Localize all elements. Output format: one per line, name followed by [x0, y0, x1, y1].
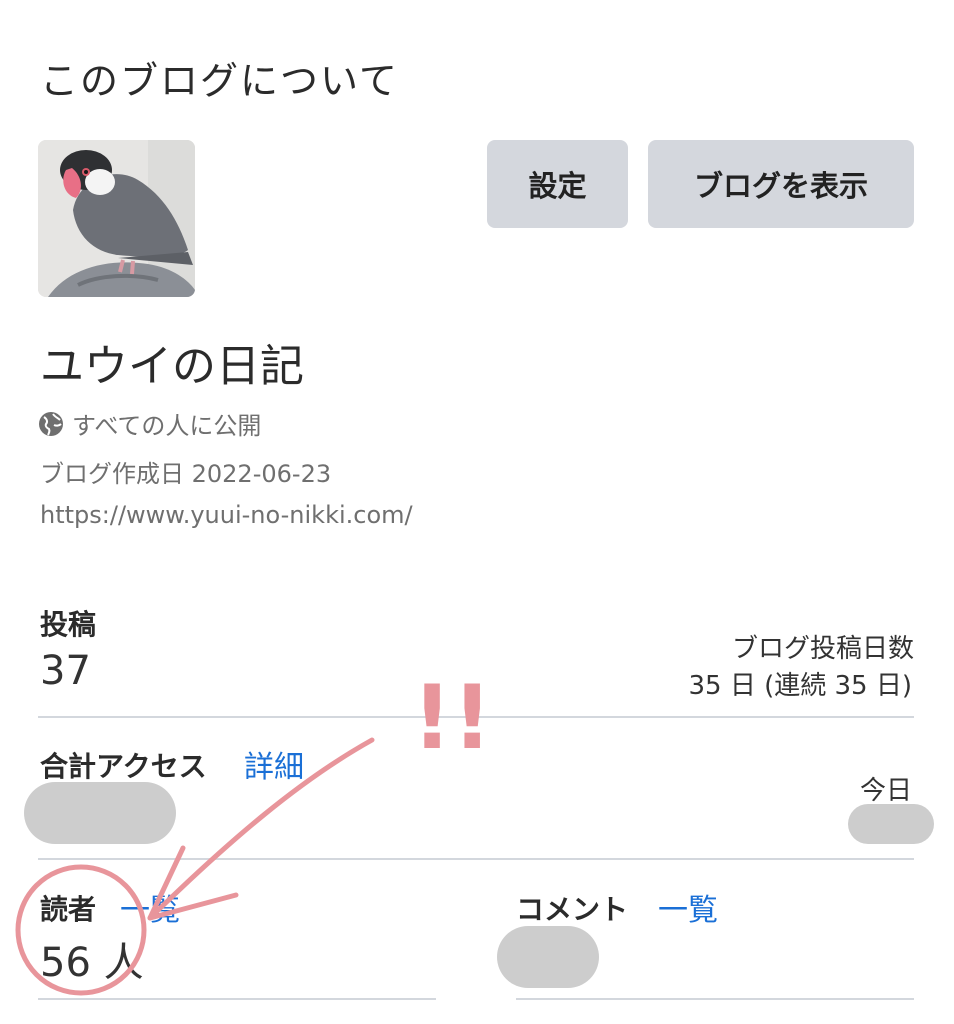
exclamation-marks: !!: [412, 666, 492, 769]
highlight-circle: [15, 864, 147, 996]
hand-drawn-annotation: !!: [15, 666, 492, 996]
pointer-arrow-shaft: [147, 737, 375, 921]
